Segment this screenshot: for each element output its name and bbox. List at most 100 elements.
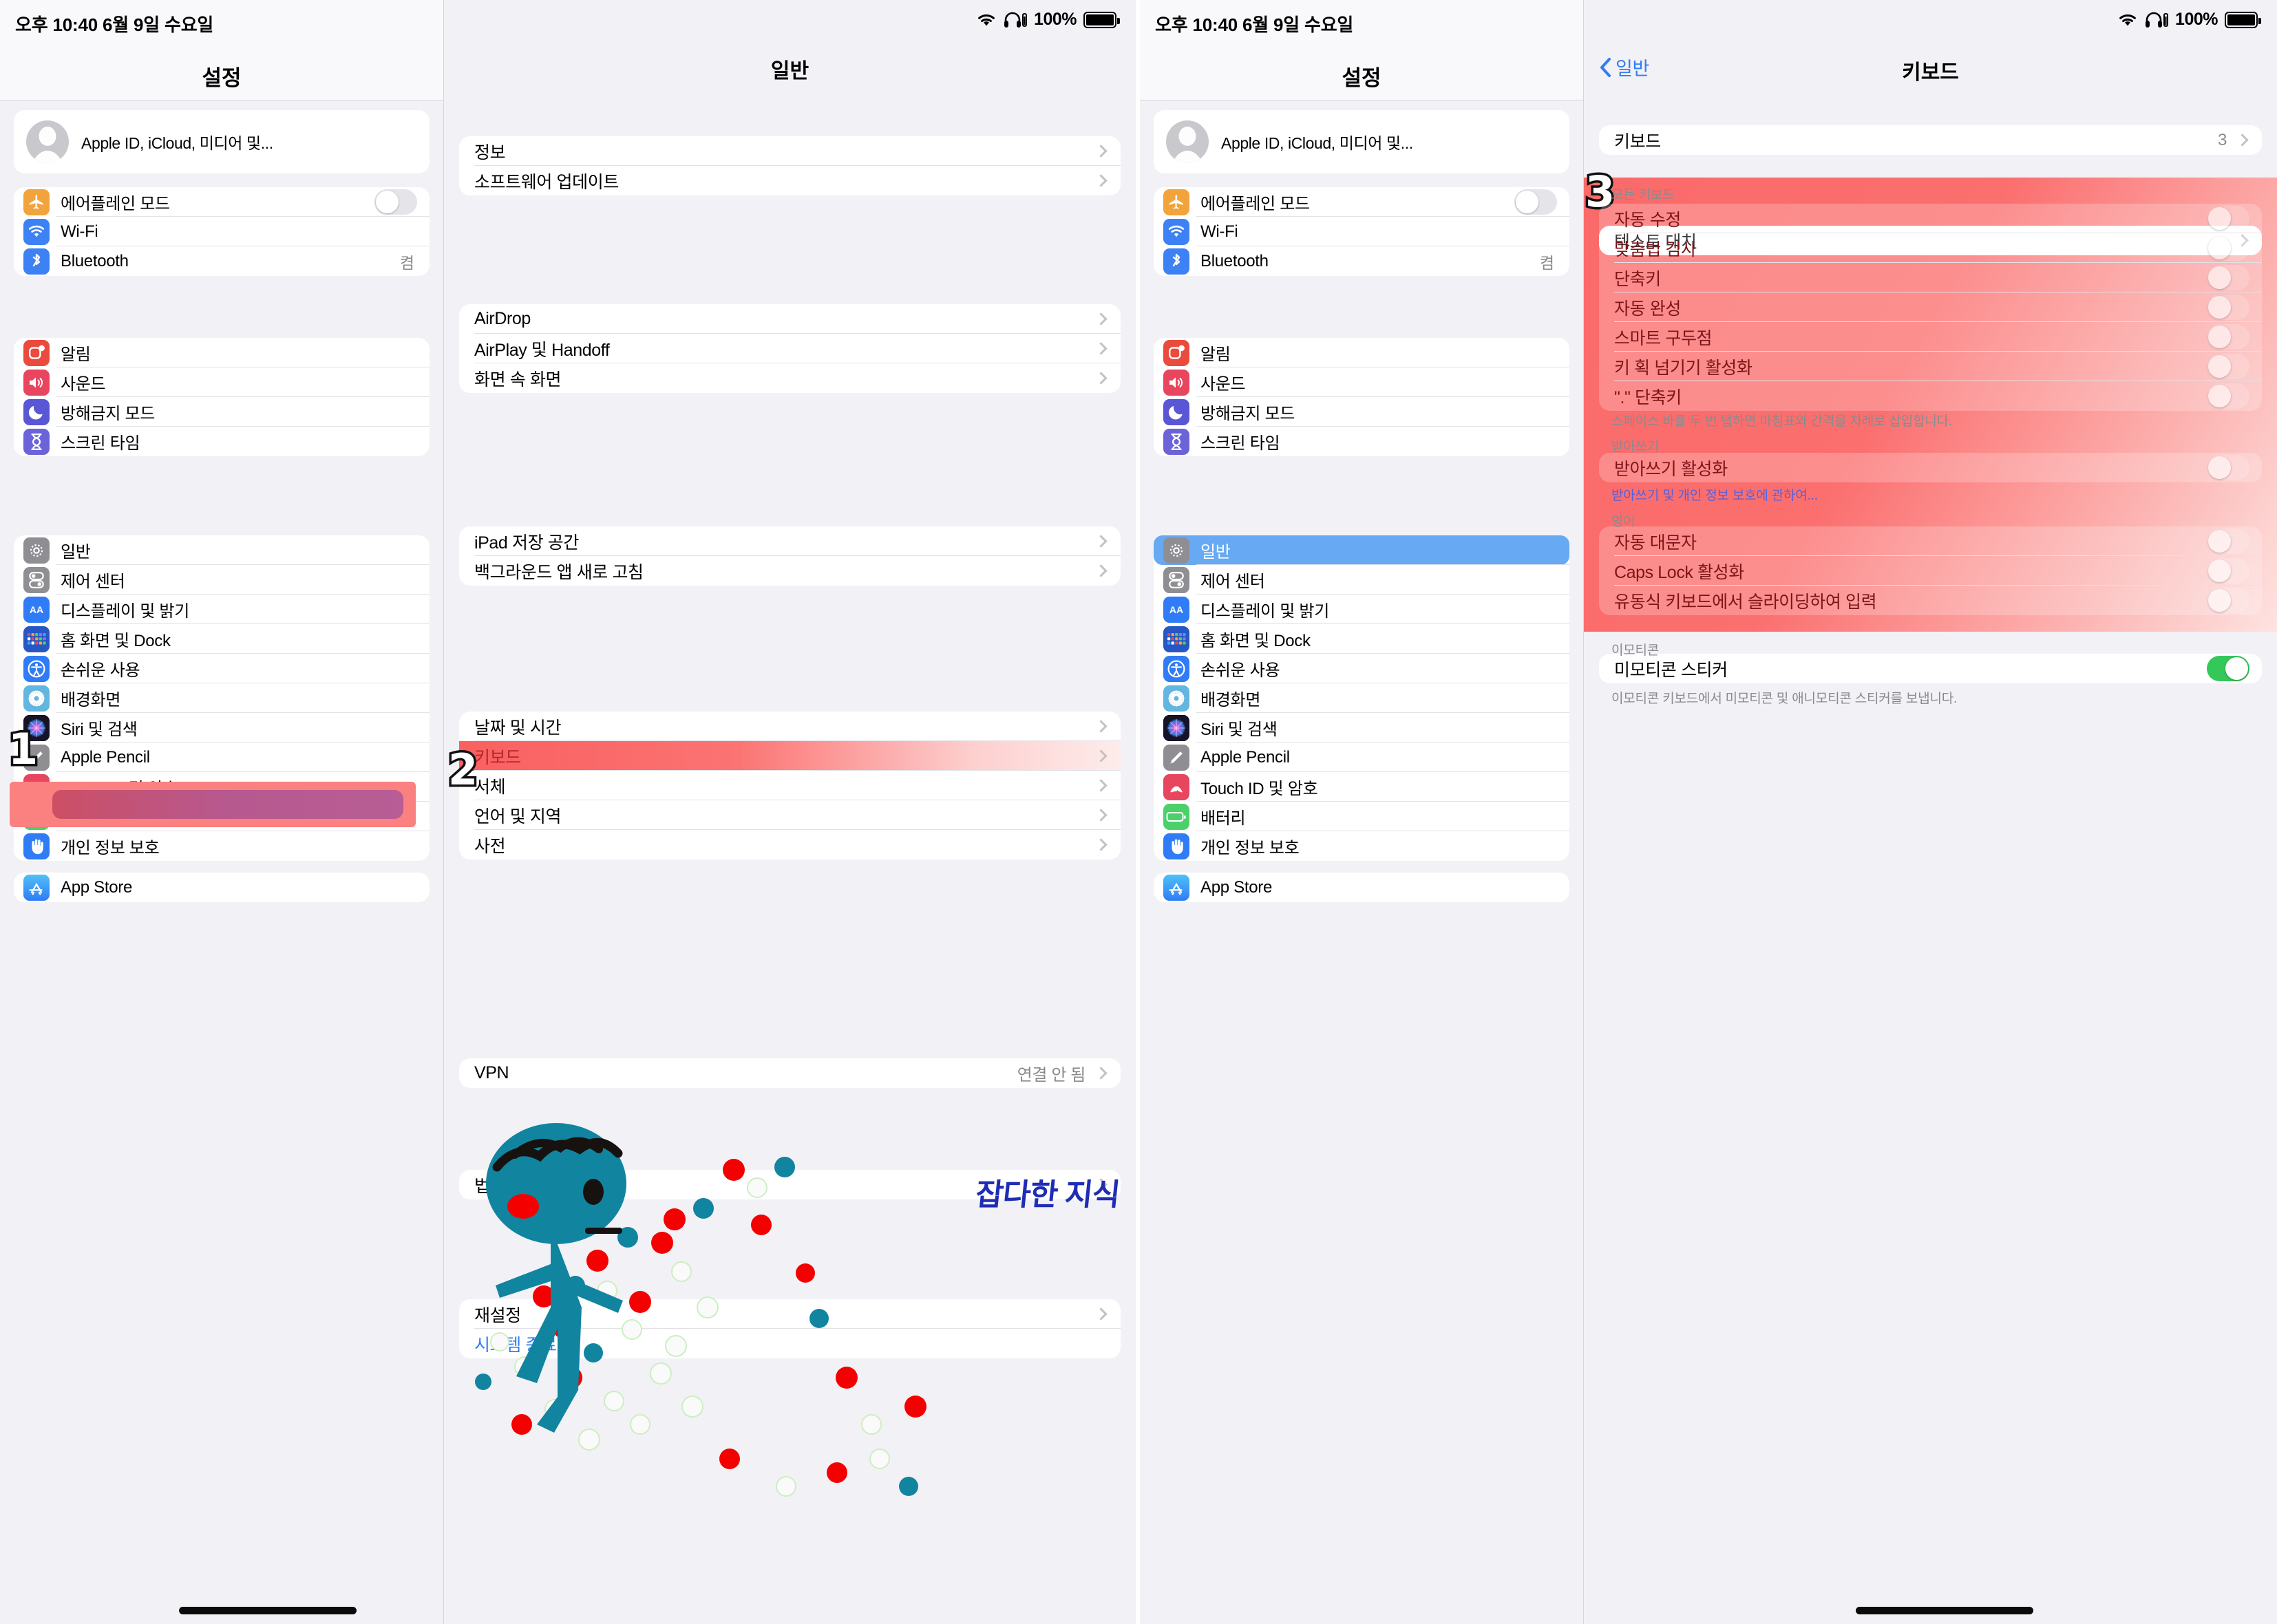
sidebar-item-4-g3[interactable]: 홈 화면 및 Dock	[1154, 624, 1569, 654]
keyboard-row-맞춤법 검사[interactable]: 맞춤법 검사	[1599, 233, 2262, 263]
pencil-icon	[1163, 744, 1189, 771]
chevron-right-icon	[1094, 312, 1108, 325]
sidebar-scroll[interactable]: Apple ID, iCloud, 미디어 및... 에어플레인 모드 Wi-Fi…	[0, 100, 443, 1624]
toggle-에어플레인 모드[interactable]	[374, 189, 417, 215]
sidebar-item-3-g3[interactable]: AA 디스플레이 및 밝기	[14, 595, 430, 624]
keyboard-row-"." 단축키[interactable]: "." 단축키	[1599, 381, 2262, 411]
toggle-스마트 구두점[interactable]	[2207, 324, 2249, 350]
sidebar-item-label: 에어플레인 모드	[1200, 195, 1310, 213]
sidebar-item-2-g1[interactable]: Wi-Fi	[1154, 217, 1569, 246]
toggle-자동 대문자[interactable]	[2207, 528, 2249, 554]
keyboard-row-미모티콘 스티커[interactable]: 미모티콘 스티커	[1599, 654, 2262, 683]
sidebar-item-3-g1[interactable]: Bluetooth 켬	[14, 246, 430, 276]
sidebar-item-3-g2[interactable]: 방해금지 모드	[1154, 397, 1569, 427]
keyboard-row-자동 대문자[interactable]: 자동 대문자	[1599, 526, 2262, 556]
avatar-b	[1166, 120, 1209, 163]
sidebar-item-1-g1[interactable]: 에어플레인 모드	[14, 187, 430, 217]
toggle-유동식 키보드에서 슬라이딩하여 입력[interactable]	[2207, 588, 2249, 613]
toggle-키 획 넘기기 활성화[interactable]	[2207, 354, 2249, 379]
sidebar-item-1-g4[interactable]: App Store	[1154, 873, 1569, 902]
general-row-label: 사전	[474, 836, 506, 856]
keyboard-row-단축키[interactable]: 단축키	[1599, 263, 2262, 292]
general-row-정보[interactable]: 정보	[459, 136, 1121, 166]
general-row-서체[interactable]: 서체	[459, 771, 1121, 800]
general-row-VPN[interactable]: VPN 연결 안 됨	[459, 1058, 1121, 1088]
toggle-맞춤법 검사[interactable]	[2207, 235, 2249, 261]
toggle-자동 수정[interactable]	[2207, 206, 2249, 231]
keyboard-row-키 획 넘기기 활성화[interactable]: 키 획 넘기기 활성화	[1599, 352, 2262, 381]
sidebar-item-11-g3[interactable]: 개인 정보 보호	[14, 831, 430, 861]
wifi-icon	[23, 218, 50, 245]
toggle-"." 단축키[interactable]	[2207, 383, 2249, 409]
general-row-날짜 및 시간[interactable]: 날짜 및 시간	[459, 712, 1121, 741]
sidebar-item-4-g2[interactable]: 스크린 타임	[1154, 427, 1569, 456]
general-row-AirDrop[interactable]: AirDrop	[459, 304, 1121, 334]
sidebar-item-1-g1[interactable]: 에어플레인 모드	[1154, 187, 1569, 217]
keyboard-row-키보드[interactable]: 키보드 3	[1599, 125, 2262, 155]
sidebar-item-2-g1[interactable]: Wi-Fi	[14, 217, 430, 246]
sidebar-item-1-g3[interactable]: 일반	[1154, 535, 1569, 565]
battery-icon	[1163, 803, 1189, 830]
sidebar-item-3-g2[interactable]: 방해금지 모드	[14, 397, 430, 427]
sidebar-nav-header-b: 오후 10:40 6월 9일 수요일 설정	[1140, 0, 1583, 100]
general-row-키보드[interactable]: 키보드	[459, 741, 1121, 771]
sidebar-item-5-g3[interactable]: 손쉬운 사용	[1154, 654, 1569, 683]
sidebar-scroll-b[interactable]: Apple ID, iCloud, 미디어 및... 에어플레인 모드 Wi-Fi…	[1140, 100, 1583, 1624]
sidebar-item-1-g4[interactable]: App Store	[14, 873, 430, 902]
toggle-미모티콘 스티커[interactable]	[2207, 656, 2249, 681]
dictation-privacy-link[interactable]: 받아쓰기 및 개인 정보 보호에 관하여...	[1611, 485, 1818, 504]
sidebar-item-4-g2[interactable]: 스크린 타임	[14, 427, 430, 456]
toggle-에어플레인 모드[interactable]	[1514, 189, 1557, 215]
sidebar-item-2-g3[interactable]: 제어 센터	[1154, 565, 1569, 595]
general-row-사전[interactable]: 사전	[459, 830, 1121, 859]
toggle-단축키[interactable]	[2207, 265, 2249, 290]
controlcenter-icon	[23, 566, 50, 593]
general-row-언어 및 지역[interactable]: 언어 및 지역	[459, 800, 1121, 830]
general-row-AirPlay 및 Handoff[interactable]: AirPlay 및 Handoff	[459, 334, 1121, 363]
sidebar-item-4-g3[interactable]: 홈 화면 및 Dock	[14, 624, 430, 654]
keyboard-row-유동식 키보드에서 슬라이딩하여 입력[interactable]: 유동식 키보드에서 슬라이딩하여 입력	[1599, 586, 2262, 615]
sidebar-item-3-g3[interactable]: AA 디스플레이 및 밝기	[1154, 595, 1569, 624]
sidebar-item-1-g2[interactable]: 알림	[14, 338, 430, 367]
sidebar-item-7-g3[interactable]: Siri 및 검색	[14, 713, 430, 742]
general-row-시스템 종료[interactable]: 시스템 종료	[459, 1329, 1121, 1358]
sidebar-item-9-g3[interactable]: Touch ID 및 암호	[1154, 772, 1569, 802]
sidebar-item-1-g3[interactable]: 일반	[14, 535, 430, 565]
sidebar-item-2-g3[interactable]: 제어 센터	[14, 565, 430, 595]
general-row-iPad 저장 공간[interactable]: iPad 저장 공간	[459, 526, 1121, 556]
apple-id-row[interactable]: Apple ID, iCloud, 미디어 및...	[14, 110, 430, 173]
keyboard-row-스마트 구두점[interactable]: 스마트 구두점	[1599, 322, 2262, 352]
keyboard-row-받아쓰기 활성화[interactable]: 받아쓰기 활성화	[1599, 453, 2262, 482]
keyboard-row-자동 완성[interactable]: 자동 완성	[1599, 292, 2262, 322]
sidebar-item-1-g2[interactable]: 알림	[1154, 338, 1569, 367]
sidebar-item-label: 사운드	[61, 375, 106, 394]
section-header-dictation: 받아쓰기	[1611, 440, 1660, 454]
sidebar-item-7-g3[interactable]: Siri 및 검색	[1154, 713, 1569, 742]
settings-group: 에어플레인 모드 Wi-Fi Bluetooth 켬	[1154, 187, 1569, 276]
toggle-Caps Lock 활성화[interactable]	[2207, 558, 2249, 584]
sidebar-item-6-g3[interactable]: 배경화면	[14, 683, 430, 713]
general-group: 재설정시스템 종료	[459, 1299, 1121, 1358]
keyboard-row-Caps Lock 활성화[interactable]: Caps Lock 활성화	[1599, 556, 2262, 586]
sidebar-item-2-g2[interactable]: 사운드	[14, 367, 430, 397]
toggle-받아쓰기 활성화[interactable]	[2207, 455, 2249, 480]
sidebar-item-8-g3[interactable]: Apple Pencil	[1154, 742, 1569, 772]
general-row-label: 시스템 종료	[474, 1335, 557, 1355]
chevron-right-icon	[1094, 1067, 1108, 1080]
sidebar-item-3-g1[interactable]: Bluetooth 켬	[1154, 246, 1569, 276]
keyboard-row-자동 수정[interactable]: 자동 수정	[1599, 204, 2262, 233]
apple-id-row-b[interactable]: Apple ID, iCloud, 미디어 및...	[1154, 110, 1569, 173]
general-row-소프트웨어 업데이트[interactable]: 소프트웨어 업데이트	[459, 166, 1121, 195]
general-row-label: 언어 및 지역	[474, 806, 562, 826]
sidebar-item-10-g3[interactable]: 배터리	[1154, 802, 1569, 831]
general-row-재설정[interactable]: 재설정	[459, 1299, 1121, 1329]
toggle-자동 완성[interactable]	[2207, 295, 2249, 320]
general-row-label: 날짜 및 시간	[474, 718, 562, 738]
sidebar-item-8-g3[interactable]: Apple Pencil	[14, 742, 430, 772]
general-row-백그라운드 앱 새로 고침[interactable]: 백그라운드 앱 새로 고침	[459, 556, 1121, 586]
general-row-화면 속 화면[interactable]: 화면 속 화면	[459, 363, 1121, 393]
sidebar-item-2-g2[interactable]: 사운드	[1154, 367, 1569, 397]
sidebar-item-5-g3[interactable]: 손쉬운 사용	[14, 654, 430, 683]
sidebar-item-6-g3[interactable]: 배경화면	[1154, 683, 1569, 713]
sidebar-item-11-g3[interactable]: 개인 정보 보호	[1154, 831, 1569, 861]
